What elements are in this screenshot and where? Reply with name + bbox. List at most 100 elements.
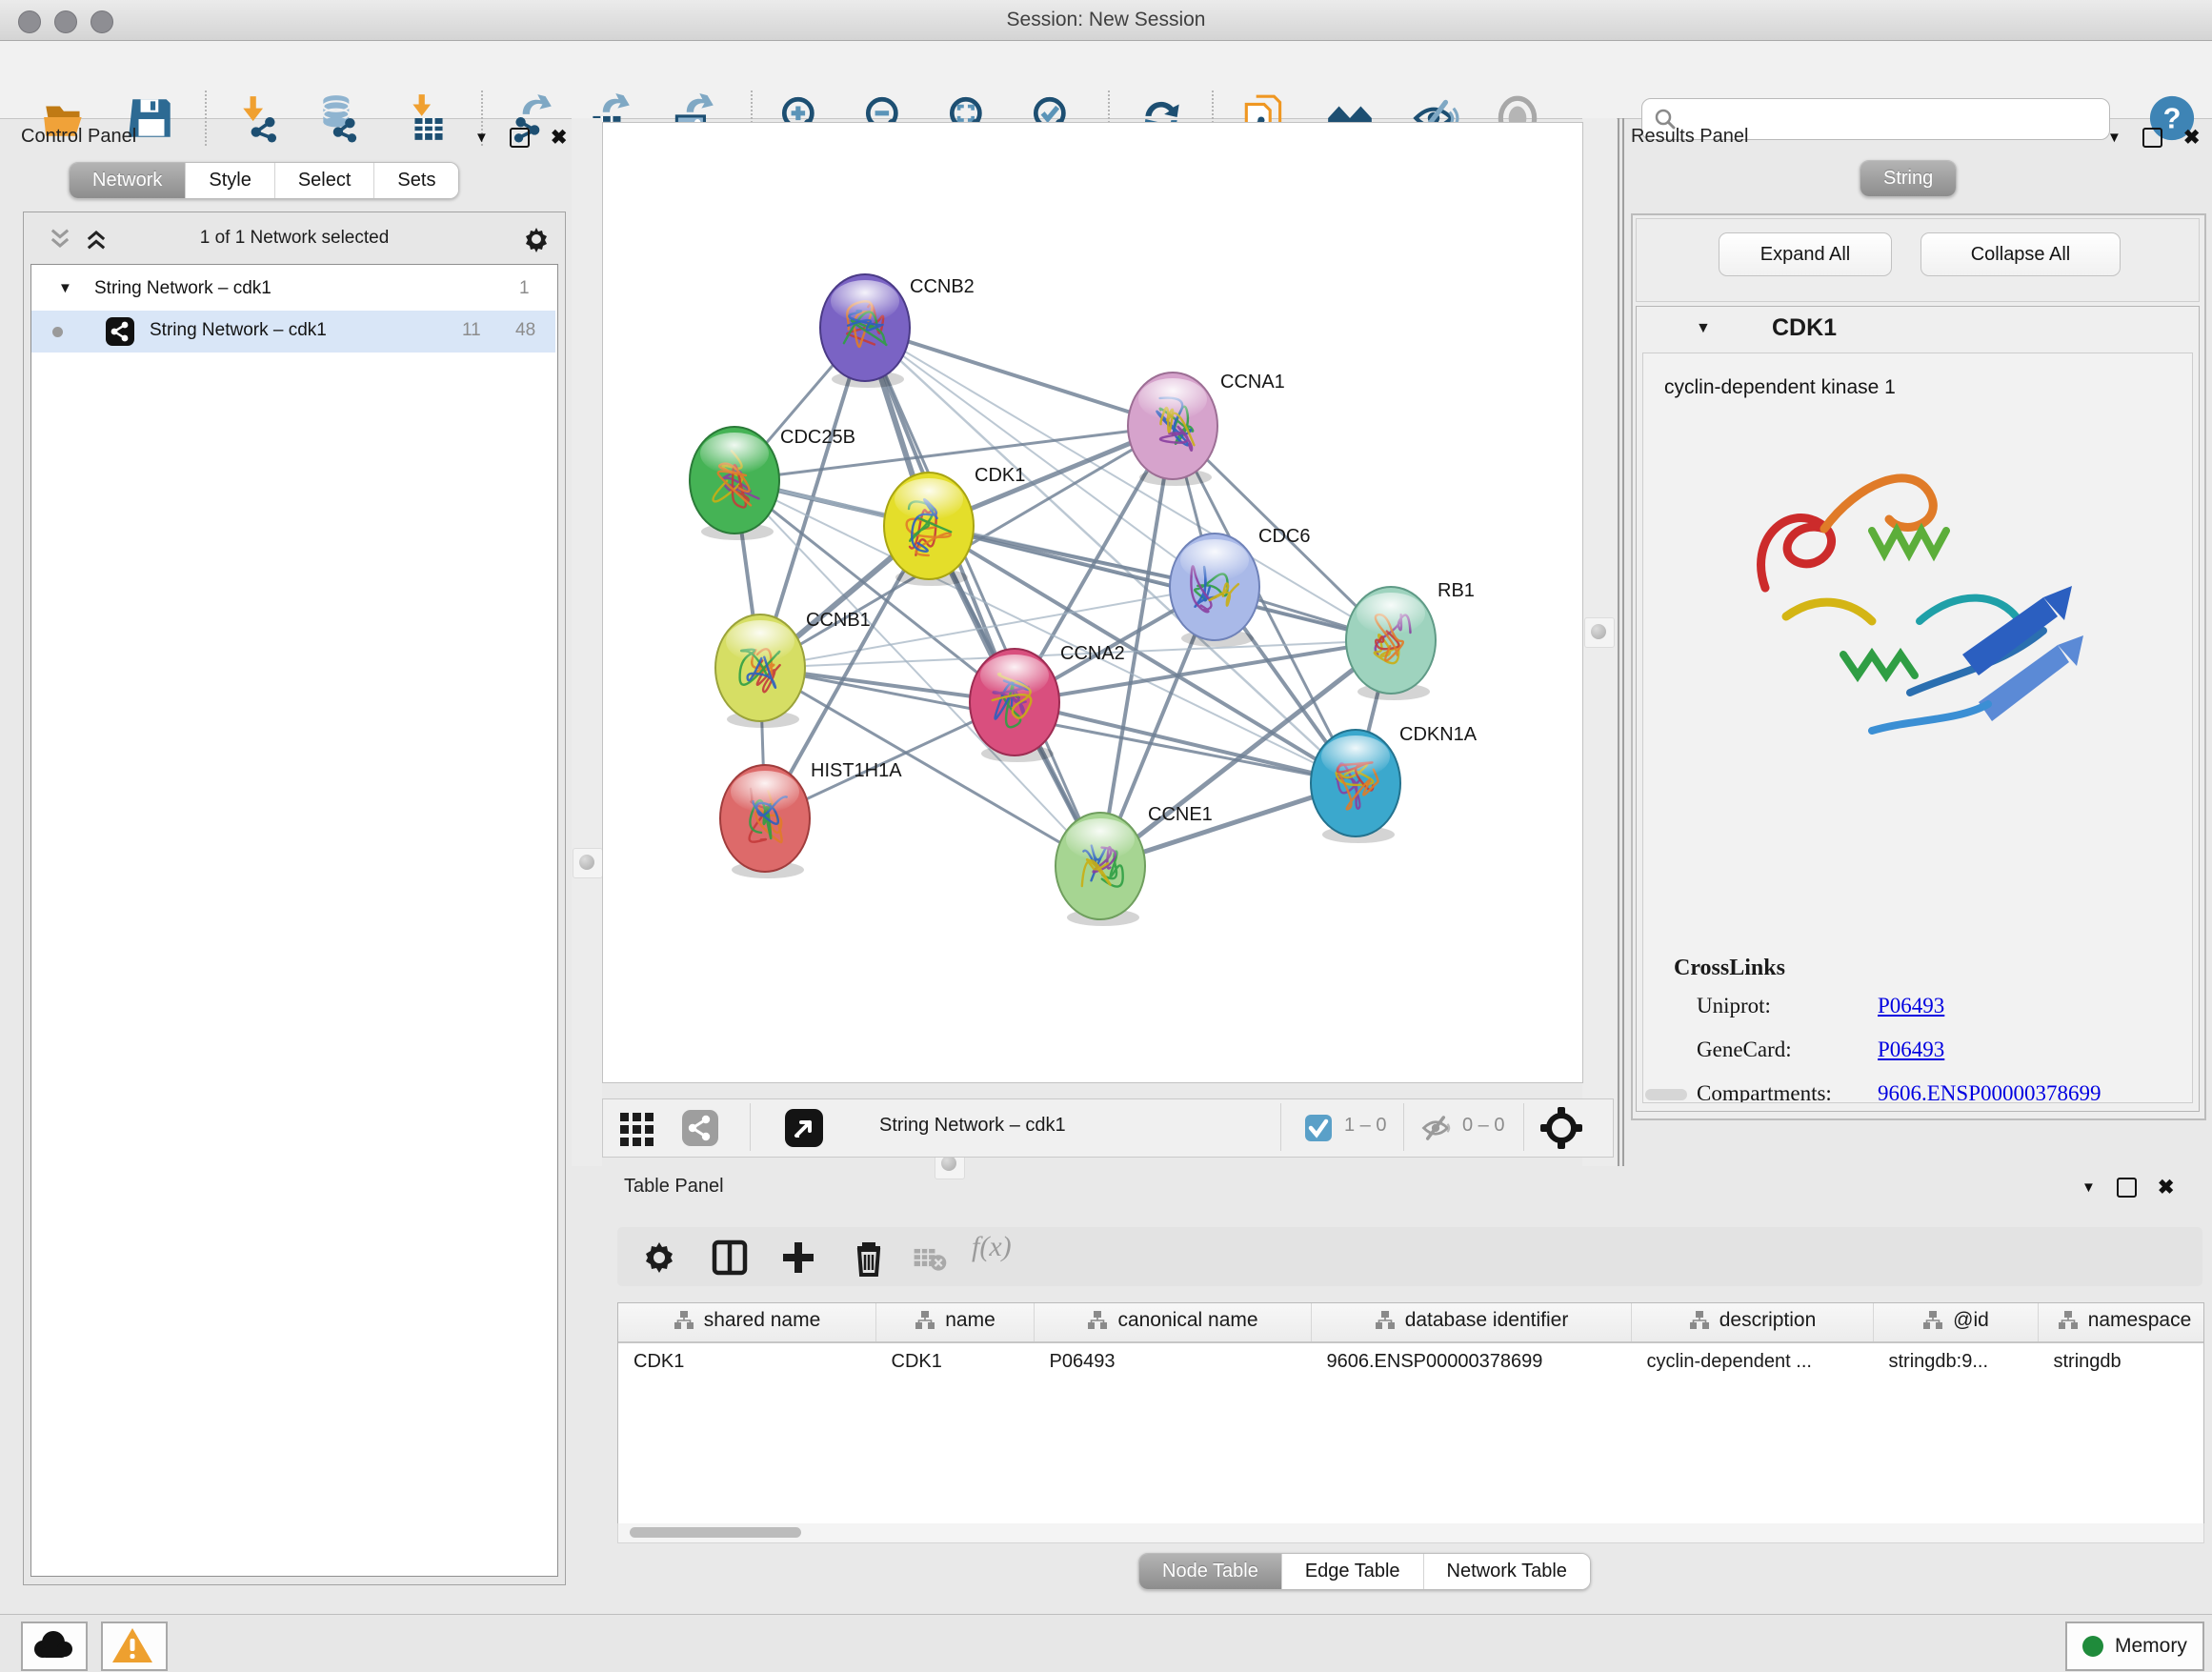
network-node-CDC25B[interactable] <box>690 427 779 540</box>
tab-string[interactable]: String <box>1860 161 1956 196</box>
close-panel-icon[interactable]: ✖ <box>2158 1179 2175 1196</box>
dock-menu-icon[interactable]: ▼ <box>2081 1179 2096 1196</box>
hierarchy-icon <box>674 1310 694 1331</box>
network-node-HIST1H1A[interactable] <box>720 765 810 878</box>
crosslink-value-link[interactable]: 9606.ENSP00000378699 <box>1878 1081 2101 1103</box>
tab-network-table[interactable]: Network Table <box>1424 1554 1590 1589</box>
title-bar: Session: New Session <box>0 0 2212 41</box>
open-in-window-icon[interactable] <box>784 1108 824 1148</box>
protein-structure-image <box>1729 416 2110 797</box>
cdk1-entry: ▼ CDK1 cyclin-dependent kinase 1 <box>1636 306 2200 1112</box>
table-cell[interactable]: cyclin-dependent ... <box>1632 1342 1874 1380</box>
table-cell[interactable]: P06493 <box>1035 1342 1312 1380</box>
network-graph[interactable]: CCNB2CCNA1CDC25BCDK1CDC6RB1CCNB1CCNA2CDK… <box>603 123 1582 1082</box>
network-view-canvas[interactable]: CCNB2CCNA1CDC25BCDK1CDC6RB1CCNB1CCNA2CDK… <box>602 122 1583 1083</box>
network-node-CCNB1[interactable] <box>715 614 805 728</box>
network-node-RB1[interactable] <box>1346 587 1436 700</box>
cdk1-entry-header[interactable]: ▼ CDK1 <box>1637 307 2199 351</box>
nodes-selected-checkbox-icon[interactable] <box>1304 1114 1333 1142</box>
float-window-icon[interactable] <box>2142 128 2162 148</box>
table-cell[interactable]: CDK1 <box>876 1342 1035 1380</box>
table-horizontal-scrollbar[interactable] <box>617 1523 2204 1543</box>
function-builder-icon-disabled: f(x) <box>972 1231 1012 1263</box>
table-cell[interactable]: stringdb <box>2039 1342 2205 1380</box>
show-columns-icon[interactable] <box>709 1237 751 1279</box>
network-node-CCNE1[interactable] <box>1056 813 1145 926</box>
crosslink-value-link[interactable]: P06493 <box>1878 1037 1944 1062</box>
tab-select[interactable]: Select <box>275 163 375 198</box>
entry-collapse-triangle-icon[interactable]: ▼ <box>1696 320 1711 337</box>
edges-selected-hidden-count: 0 – 0 <box>1462 1115 1504 1137</box>
expand-all-button[interactable]: Expand All <box>1719 232 1892 276</box>
string-view-icon[interactable] <box>681 1109 719 1147</box>
network-edge-CCNB2-CCNA1[interactable] <box>865 328 1173 426</box>
entry-gene-name: CDK1 <box>1772 314 1837 342</box>
node-label-CDC6: CDC6 <box>1258 526 1310 547</box>
table-options-gear-icon[interactable] <box>638 1237 680 1279</box>
column-header-database-identifier[interactable]: database identifier <box>1312 1303 1632 1342</box>
float-window-icon[interactable] <box>510 128 530 148</box>
tab-edge-table[interactable]: Edge Table <box>1282 1554 1424 1589</box>
collapse-all-button[interactable]: Collapse All <box>1920 232 2121 276</box>
network-node-CCNB2[interactable] <box>820 274 910 388</box>
network-edge-CDK1-RB1[interactable] <box>929 526 1391 640</box>
tab-style[interactable]: Style <box>186 163 274 198</box>
crosslink-value-link[interactable]: P06493 <box>1878 994 1944 1018</box>
column-header-shared-name[interactable]: shared name <box>618 1303 876 1342</box>
table-cell[interactable]: 9606.ENSP00000378699 <box>1312 1342 1632 1380</box>
close-panel-icon[interactable]: ✖ <box>551 130 568 146</box>
footer-separator <box>750 1103 751 1151</box>
dock-menu-icon[interactable]: ▼ <box>474 130 489 146</box>
warning-status-button[interactable] <box>101 1622 168 1671</box>
node-label-CCNE1: CCNE1 <box>1148 804 1213 825</box>
splitter-handle[interactable] <box>573 848 603 878</box>
network-options-gear-icon[interactable] <box>521 224 552 254</box>
birds-eye-view-icon[interactable] <box>1540 1107 1582 1149</box>
hierarchy-icon <box>1087 1310 1108 1331</box>
cloud-status-button[interactable] <box>21 1622 88 1671</box>
table-scrollbar-thumb[interactable] <box>630 1527 801 1538</box>
string-app-icon <box>106 317 134 346</box>
results-scrollbar-thumb[interactable] <box>1645 1089 1687 1100</box>
table-cell[interactable]: CDK1 <box>618 1342 876 1380</box>
hierarchy-icon <box>915 1310 935 1331</box>
network-node-CDKN1A[interactable] <box>1311 730 1400 843</box>
float-window-icon[interactable] <box>2117 1178 2137 1198</box>
column-header-description[interactable]: description <box>1632 1303 1874 1342</box>
close-panel-icon[interactable]: ✖ <box>2183 130 2201 146</box>
tab-network[interactable]: Network <box>70 163 186 198</box>
tab-node-table[interactable]: Node Table <box>1139 1554 1282 1589</box>
grid-view-icon[interactable] <box>618 1109 656 1147</box>
table-toolbar: f(x) <box>617 1227 2202 1286</box>
hierarchy-icon <box>1375 1310 1396 1331</box>
column-header--id[interactable]: @id <box>1874 1303 2039 1342</box>
network-node-CCNA2[interactable] <box>970 649 1059 762</box>
create-column-icon[interactable] <box>777 1237 819 1279</box>
tab-sets[interactable]: Sets <box>374 163 458 198</box>
network-row-label: String Network – cdk1 <box>150 320 327 341</box>
network-collection-row[interactable]: ▼ String Network – cdk1 1 <box>31 269 555 311</box>
dock-menu-icon[interactable]: ▼ <box>2107 130 2122 146</box>
delete-column-icon[interactable] <box>848 1237 890 1279</box>
crosslink-label: Uniprot: <box>1697 994 1771 1018</box>
column-header-name[interactable]: name <box>876 1303 1035 1342</box>
node-label-CCNB1: CCNB1 <box>806 610 871 631</box>
network-row-selected[interactable]: String Network – cdk1 11 48 <box>31 311 555 353</box>
column-header-namespace[interactable]: namespace <box>2039 1303 2205 1342</box>
network-node-count: 11 <box>462 320 481 341</box>
network-node-CCNA1[interactable] <box>1128 373 1217 486</box>
warning-icon <box>111 1626 153 1664</box>
crosslink-label: GeneCard: <box>1697 1037 1792 1062</box>
memory-button[interactable]: Memory <box>2065 1622 2204 1671</box>
results-panel-tabs: String <box>1860 160 1957 197</box>
crosslink-row: GeneCard: P06493 <box>1697 1037 2182 1081</box>
network-edge-CCNB2-CCNE1[interactable] <box>865 328 1100 866</box>
tree-expand-triangle-icon[interactable]: ▼ <box>58 280 72 296</box>
current-network-name: String Network – cdk1 <box>879 1115 1066 1137</box>
column-header-canonical-name[interactable]: canonical name <box>1035 1303 1312 1342</box>
memory-label: Memory <box>2115 1635 2187 1658</box>
splitter-handle[interactable] <box>1584 617 1615 648</box>
table-cell[interactable]: stringdb:9... <box>1874 1342 2039 1380</box>
results-buttons-row: Expand All Collapse All <box>1636 218 2200 302</box>
table-row: CDK1CDK1P064939606.ENSP00000378699cyclin… <box>618 1342 2204 1380</box>
